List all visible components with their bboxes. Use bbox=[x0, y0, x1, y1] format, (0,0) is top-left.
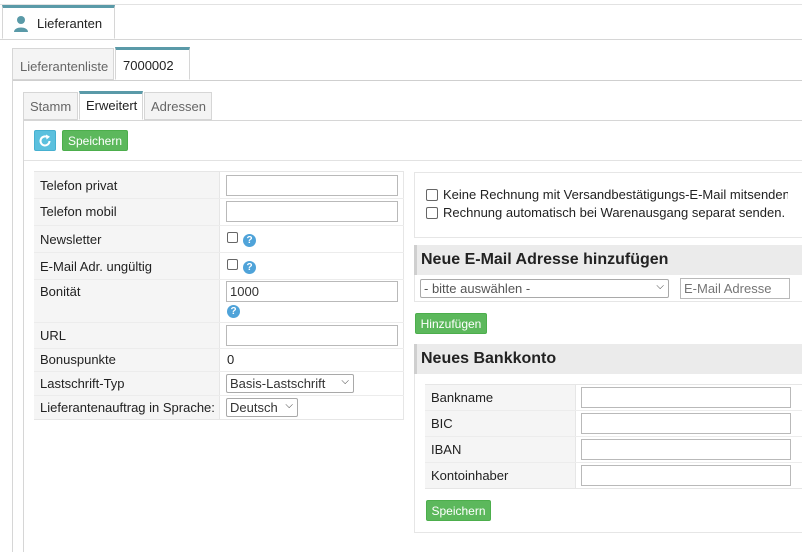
telefon-mobil-input[interactable] bbox=[226, 201, 398, 222]
email-section-title: Neue E-Mail Adresse hinzufügen bbox=[414, 245, 802, 275]
telefon-privat-input[interactable] bbox=[226, 175, 398, 196]
row-divider bbox=[425, 410, 802, 411]
select-value: Deutsch bbox=[230, 400, 278, 415]
url-label: URL bbox=[40, 328, 67, 343]
sprache-select[interactable]: Deutsch ⌵ bbox=[226, 398, 298, 417]
tab-label: Lieferantenliste bbox=[20, 59, 109, 74]
row-divider bbox=[34, 348, 404, 349]
email-type-select[interactable]: - bitte auswählen - ⌵ bbox=[420, 279, 669, 298]
kontoinhaber-label: Kontoinhaber bbox=[431, 468, 509, 483]
email-ungueltig-label: E-Mail Adr. ungültig bbox=[40, 259, 153, 274]
chevron-down-icon: ⌵ bbox=[656, 281, 664, 292]
tab-label: 7000002 bbox=[123, 58, 174, 73]
tab-lieferanten[interactable]: Lieferanten bbox=[2, 5, 115, 39]
newsletter-label: Newsletter bbox=[40, 232, 102, 247]
kontoinhaber-input[interactable] bbox=[581, 465, 791, 486]
telefon-mobil-label: Telefon mobil bbox=[40, 204, 117, 219]
module-tab-bar bbox=[0, 4, 802, 40]
row-divider bbox=[34, 371, 404, 372]
row-divider bbox=[425, 436, 802, 437]
row-divider bbox=[34, 252, 404, 253]
save-bank-button[interactable]: Speichern bbox=[426, 500, 491, 521]
sprache-label: Lieferantenauftrag in Sprache: bbox=[40, 400, 215, 415]
iban-input[interactable] bbox=[581, 439, 791, 460]
tab-label: Adressen bbox=[151, 99, 206, 114]
row-divider bbox=[34, 395, 404, 396]
tab-label: Lieferanten bbox=[37, 16, 103, 31]
select-value: Basis-Lastschrift bbox=[230, 376, 326, 391]
bonitaet-label: Bonität bbox=[40, 284, 81, 299]
toolbar-divider bbox=[24, 160, 802, 161]
help-icon[interactable]: ? bbox=[227, 305, 240, 318]
keine-rechnung-label: Keine Rechnung mit Versandbestätigungs-E… bbox=[443, 187, 788, 202]
row-divider bbox=[425, 462, 802, 463]
bank-section-title: Neues Bankkonto bbox=[414, 344, 802, 374]
help-icon[interactable]: ? bbox=[243, 234, 256, 247]
row-divider bbox=[34, 198, 404, 199]
lastschrift-typ-label: Lastschrift-Typ bbox=[40, 376, 125, 391]
bic-label: BIC bbox=[431, 416, 453, 431]
tab-record-7000002[interactable]: 7000002 bbox=[115, 47, 190, 80]
email-address-input[interactable] bbox=[680, 278, 790, 299]
tab-lieferantenliste[interactable]: Lieferantenliste bbox=[12, 48, 114, 80]
tab-adressen[interactable]: Adressen bbox=[144, 92, 212, 120]
save-button[interactable]: Speichern bbox=[62, 130, 128, 151]
bonuspunkte-label: Bonuspunkte bbox=[40, 352, 116, 367]
lastschrift-typ-select[interactable]: Basis-Lastschrift ⌵ bbox=[226, 374, 354, 393]
rechnung-separat-checkbox[interactable] bbox=[426, 207, 438, 219]
row-divider bbox=[34, 322, 404, 323]
tab-label: Stamm bbox=[30, 99, 72, 114]
bonitaet-input[interactable] bbox=[226, 281, 398, 302]
user-icon bbox=[13, 15, 29, 36]
rechnung-separat-label: Rechnung automatisch bei Warenausgang se… bbox=[443, 205, 786, 220]
help-icon[interactable]: ? bbox=[243, 261, 256, 274]
keine-rechnung-checkbox[interactable] bbox=[426, 189, 438, 201]
bic-input[interactable] bbox=[581, 413, 791, 434]
refresh-button[interactable] bbox=[34, 130, 56, 151]
chevron-down-icon: ⌵ bbox=[341, 376, 349, 387]
tab-label: Erweitert bbox=[86, 98, 138, 113]
chevron-down-icon: ⌵ bbox=[285, 400, 293, 411]
bonuspunkte-value: 0 bbox=[227, 352, 235, 367]
bankname-label: Bankname bbox=[431, 390, 494, 405]
refresh-icon bbox=[39, 134, 51, 147]
tab-stamm[interactable]: Stamm bbox=[23, 92, 78, 120]
email-ungueltig-checkbox[interactable] bbox=[227, 259, 238, 270]
row-divider bbox=[34, 225, 404, 226]
row-divider bbox=[34, 279, 404, 280]
select-value: - bitte auswählen - bbox=[424, 281, 531, 296]
url-input[interactable] bbox=[226, 325, 398, 346]
tab-erweitert[interactable]: Erweitert bbox=[79, 91, 143, 120]
newsletter-checkbox[interactable] bbox=[227, 232, 238, 243]
bankname-input[interactable] bbox=[581, 387, 791, 408]
telefon-privat-label: Telefon privat bbox=[40, 178, 118, 193]
add-email-button[interactable]: Hinzufügen bbox=[415, 313, 487, 334]
iban-label: IBAN bbox=[431, 442, 462, 457]
